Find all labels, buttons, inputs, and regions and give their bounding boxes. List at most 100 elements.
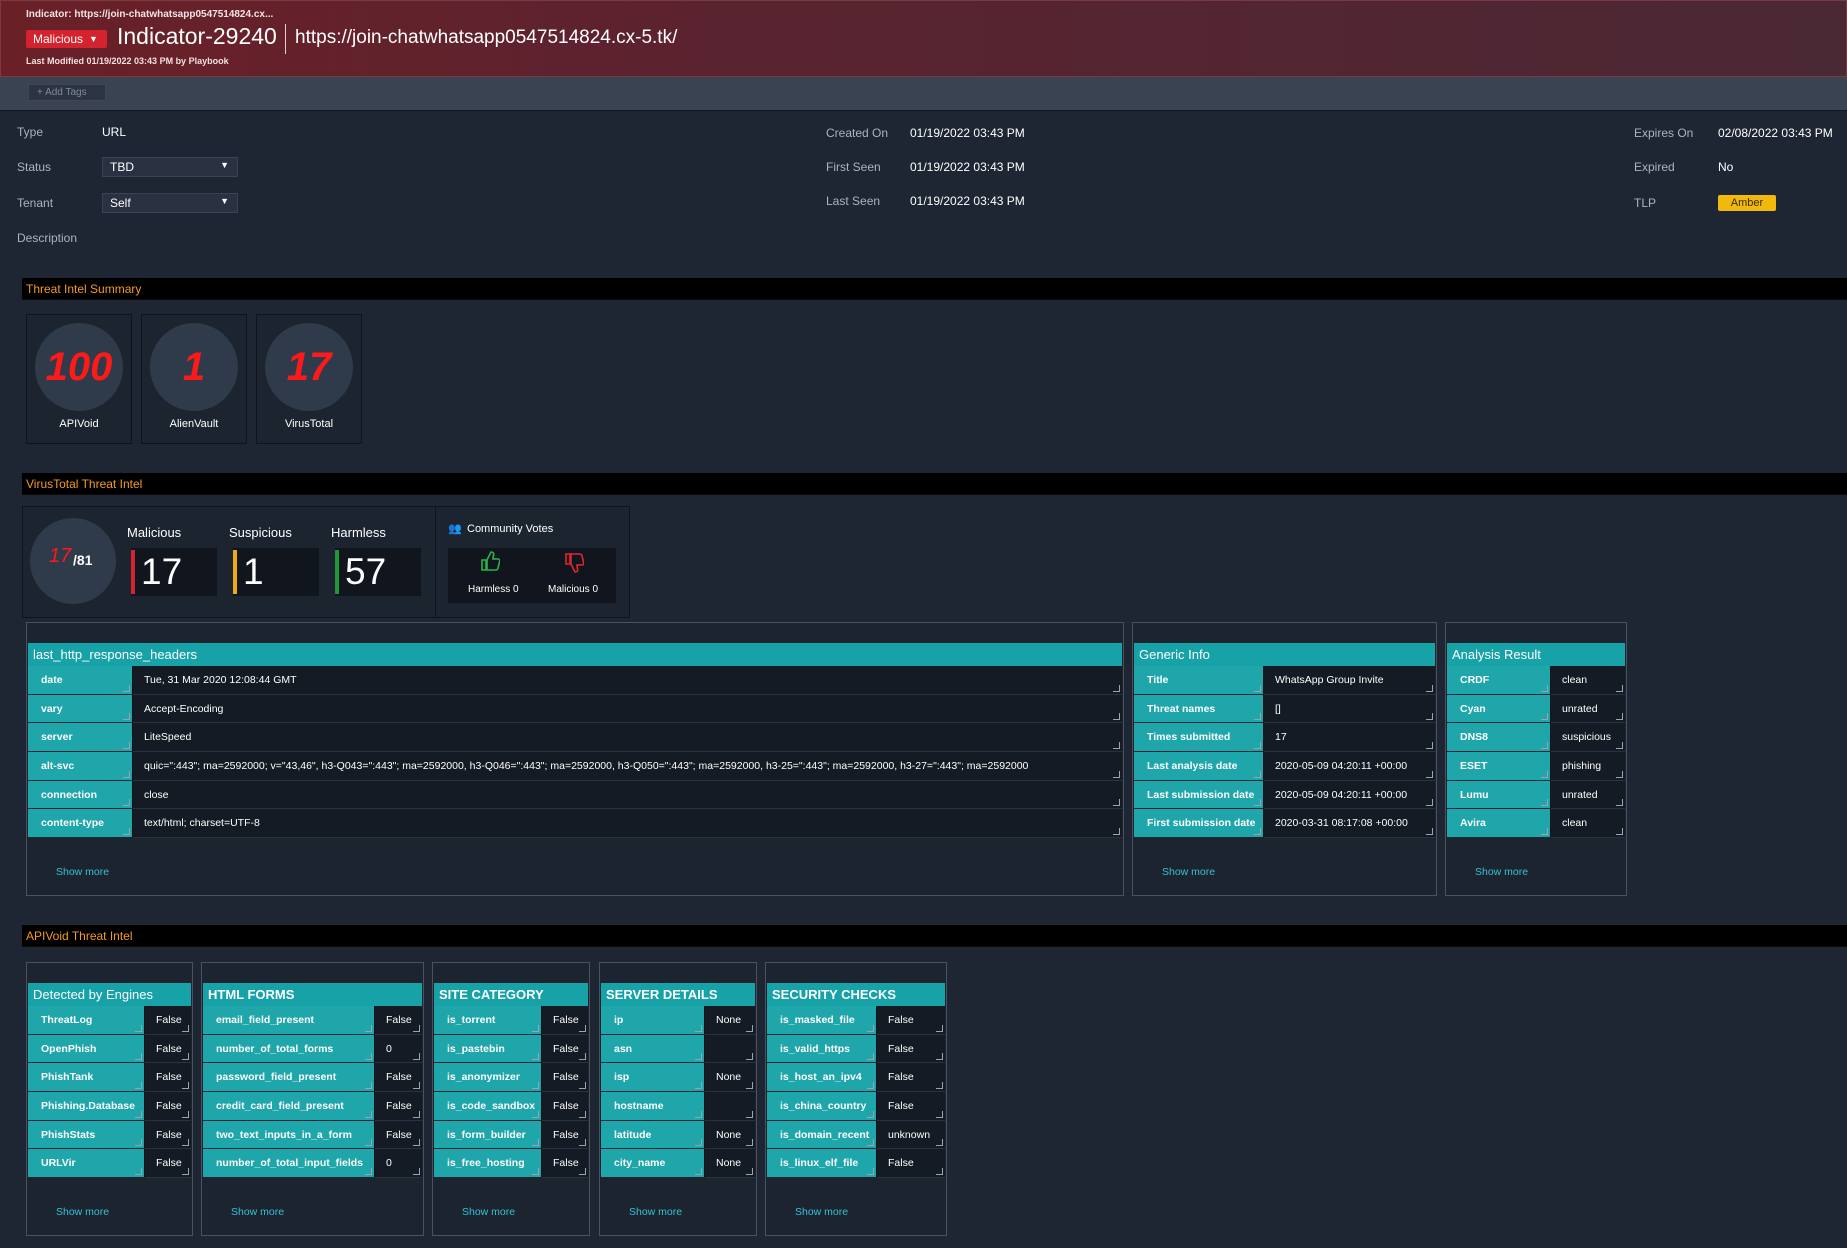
table-row: number_of_total_input_fields 0 — [203, 1149, 422, 1179]
table-value — [705, 1034, 755, 1064]
table-key: is_linux_elf_file — [767, 1149, 877, 1179]
table-key: First submission date — [1134, 809, 1264, 839]
table-key: is_domain_recent — [767, 1120, 877, 1150]
table-value: False — [877, 1034, 945, 1064]
score-card-virustotal[interactable]: 17 VirusTotal — [256, 314, 362, 444]
show-more-link[interactable]: Show more — [56, 866, 109, 878]
table-value: 17 — [1264, 723, 1435, 753]
table-row: ESET phishing — [1447, 752, 1625, 781]
chevron-down-icon: ▼ — [89, 34, 98, 44]
table-value: False — [145, 1092, 191, 1121]
created-on-label: Created On — [826, 126, 889, 140]
table-value: LiteSpeed — [133, 723, 1122, 753]
table-row: is_free_hosting False — [434, 1149, 588, 1179]
verdict-dropdown[interactable]: Malicious ▼ — [26, 30, 107, 48]
thumbs-up-icon[interactable] — [480, 550, 501, 577]
breadcrumb[interactable]: Indicator: https://join-chatwhatsapp0547… — [26, 9, 273, 20]
table-row: is_china_country False — [767, 1092, 945, 1121]
table-key: latitude — [601, 1120, 705, 1150]
table-key: is_free_hosting — [434, 1149, 542, 1179]
table-header: SECURITY CHECKS — [767, 983, 945, 1006]
table-value: False — [877, 1149, 945, 1179]
table-key: hostname — [601, 1092, 705, 1121]
table-key: is_pastebin — [434, 1034, 542, 1064]
table-key: isp — [601, 1063, 705, 1093]
table-value: False — [877, 1092, 945, 1121]
table-key: Times submitted — [1134, 723, 1264, 753]
analysis-result-panel: Analysis Result CRDF clean Cyan unrated DN… — [1445, 622, 1627, 896]
table-header: HTML FORMS — [203, 983, 422, 1006]
table-value: Accept-Encoding — [133, 694, 1122, 724]
show-more-link[interactable]: Show more — [795, 1206, 848, 1218]
table-value: unrated — [1551, 780, 1625, 810]
table-row: connection close — [28, 780, 1122, 810]
add-tags-button[interactable]: + Add Tags — [28, 84, 106, 101]
table-row: Title WhatsApp Group Invite — [1134, 666, 1435, 695]
table-row: OpenPhish False — [28, 1034, 191, 1064]
table-key: two_text_inputs_in_a_form — [203, 1120, 375, 1150]
table-key: email_field_present — [203, 1006, 375, 1035]
show-more-link[interactable]: Show more — [629, 1206, 682, 1218]
detection-count: 17 — [49, 545, 72, 567]
table-row: Lumu unrated — [1447, 780, 1625, 810]
table-key: is_code_sandbox — [434, 1092, 542, 1121]
table-key: ESET — [1447, 752, 1551, 781]
table-key: Threat names — [1134, 694, 1264, 724]
table-value: None — [705, 1006, 755, 1035]
chevron-down-icon: ▼ — [220, 196, 229, 206]
table-header: SITE CATEGORY — [434, 983, 588, 1006]
tlp-badge[interactable]: Amber — [1718, 195, 1776, 211]
last-seen-value: 01/19/2022 03:43 PM — [910, 194, 1025, 208]
created-on-value: 01/19/2022 03:43 PM — [910, 126, 1025, 140]
table-key: URLVir — [28, 1149, 145, 1179]
table-row: server LiteSpeed — [28, 723, 1122, 753]
show-more-link[interactable]: Show more — [1162, 866, 1215, 878]
table-header: last_http_response_headers — [28, 643, 1122, 666]
table-key: Last submission date — [1134, 780, 1264, 810]
table-value: False — [542, 1006, 588, 1035]
show-more-link[interactable]: Show more — [462, 1206, 515, 1218]
threat-intel-summary-header: Threat Intel Summary — [22, 278, 1847, 300]
indicator-title: Indicator-29240 — [117, 23, 277, 49]
thumbs-down-icon[interactable] — [564, 552, 585, 579]
expires-on-label: Expires On — [1634, 126, 1694, 140]
tenant-value: Self — [110, 196, 131, 210]
malicious-color-bar — [131, 550, 135, 594]
table-row: vary Accept-Encoding — [28, 694, 1122, 724]
table-key: Lumu — [1447, 780, 1551, 810]
table-value: None — [705, 1149, 755, 1179]
score-card-apivoid[interactable]: 100 APIVoid — [26, 314, 132, 444]
show-more-link[interactable]: Show more — [56, 1206, 109, 1218]
server-details-panel: SERVER DETAILS ip None asn isp None hostna… — [599, 962, 757, 1236]
status-value: TBD — [110, 160, 134, 174]
table-value: None — [705, 1063, 755, 1093]
last-modified: Last Modified 01/19/2022 03:43 PM by Pla… — [26, 56, 229, 66]
suspicious-stat-box: 1 — [233, 548, 319, 596]
table-row: Phishing.Database False — [28, 1092, 191, 1121]
show-more-link[interactable]: Show more — [1475, 866, 1528, 878]
table-row: date Tue, 31 Mar 2020 12:08:44 GMT — [28, 666, 1122, 695]
harmless-stat-label: Harmless — [331, 525, 386, 540]
expires-on-value: 02/08/2022 03:43 PM — [1718, 126, 1833, 140]
status-label: Status — [17, 160, 52, 174]
html-forms-panel: HTML FORMS email_field_present False numb… — [201, 962, 424, 1236]
tenant-select[interactable]: Self ▼ — [102, 193, 238, 213]
suspicious-stat-label: Suspicious — [229, 525, 292, 540]
table-key: password_field_present — [203, 1063, 375, 1093]
status-select[interactable]: TBD ▼ — [102, 157, 238, 177]
suspicious-color-bar — [233, 550, 237, 594]
table-row: DNS8 suspicious — [1447, 723, 1625, 753]
generic-info-panel: Generic Info Title WhatsApp Group Invite … — [1132, 622, 1437, 896]
table-key: CRDF — [1447, 666, 1551, 695]
users-icon: 👥 — [448, 523, 462, 535]
table-row: URLVir False — [28, 1149, 191, 1179]
show-more-link[interactable]: Show more — [231, 1206, 284, 1218]
expired-value: No — [1718, 160, 1734, 174]
expired-label: Expired — [1634, 160, 1675, 174]
table-value: 0 — [375, 1034, 422, 1064]
table-key: OpenPhish — [28, 1034, 145, 1064]
score-card-alienvault[interactable]: 1 AlienVault — [141, 314, 247, 444]
table-key: Avira — [1447, 809, 1551, 839]
table-value: False — [145, 1034, 191, 1064]
table-key: ThreatLog — [28, 1006, 145, 1035]
